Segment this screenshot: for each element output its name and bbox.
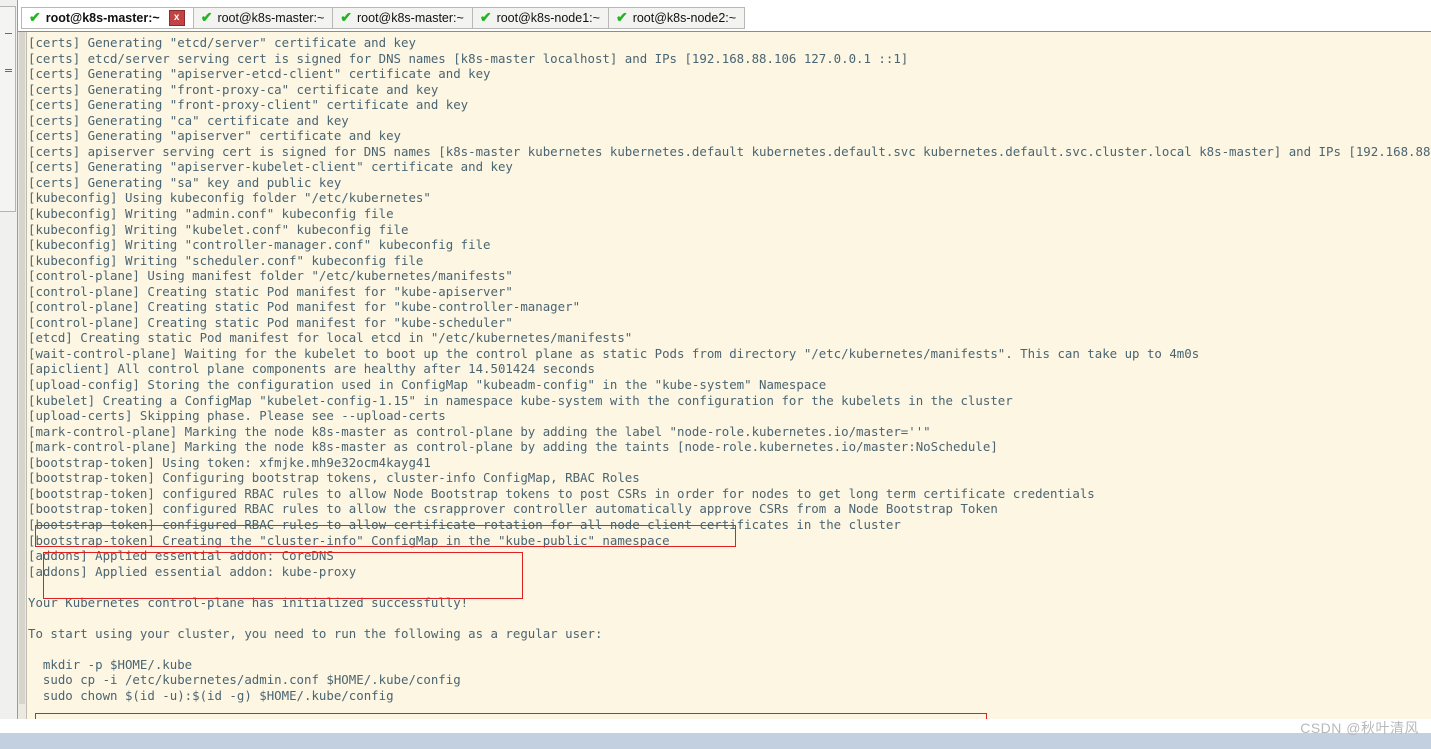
tab-1[interactable]: ✔ root@k8s-master:~ <box>192 7 333 29</box>
terminal-line: [bootstrap-token] Configuring bootstrap … <box>28 470 640 486</box>
terminal-line: [kubelet] Creating a ConfigMap "kubelet-… <box>28 392 1013 408</box>
tab-label: root@k8s-node2:~ <box>632 10 737 25</box>
terminal-line: [bootstrap-token] configured RBAC rules … <box>28 516 901 532</box>
terminal-line: sudo cp -i /etc/kubernetes/admin.conf $H… <box>28 672 461 688</box>
terminal-line: [control-plane] Using manifest folder "/… <box>28 268 513 284</box>
terminal-line: [certs] Generating "etcd/server" certifi… <box>28 35 416 50</box>
tab-label: root@k8s-master:~ <box>217 10 325 25</box>
close-icon[interactable]: x <box>168 10 185 26</box>
terminal-line: [certs] Generating "front-proxy-client" … <box>28 97 469 113</box>
terminal-line: [certs] Generating "sa" key and public k… <box>28 174 342 190</box>
tab-list: ✔ root@k8s-master:~ x ✔ root@k8s-master:~ ✔ ro… <box>21 7 746 29</box>
terminal-line: [certs] Generating "apiserver-kubelet-cl… <box>28 159 513 175</box>
tab-label: root@k8s-master:~ <box>357 10 464 25</box>
terminal-line: [addons] Applied essential addon: kube-p… <box>28 563 357 579</box>
terminal-line: [control-plane] Creating static Pod mani… <box>28 283 513 299</box>
check-icon: ✔ <box>479 9 492 25</box>
tab-bar: ✔ root@k8s-master:~ x ✔ root@k8s-master:~ ✔ ro… <box>18 0 1431 31</box>
terminal-scrollbar-thumb[interactable] <box>19 32 25 704</box>
terminal-line: [bootstrap-token] Using token: xfmjke.mh… <box>28 454 431 470</box>
tab-0[interactable]: ✔ root@k8s-master:~ x <box>21 7 193 29</box>
check-icon: ✔ <box>615 9 628 25</box>
terminal-line: [bootstrap-token] configured RBAC rules … <box>28 501 998 517</box>
terminal-line: [control-plane] Creating static Pod mani… <box>28 299 581 315</box>
rail-marker-icon <box>5 71 12 72</box>
tab-2[interactable]: ✔ root@k8s-master:~ <box>332 7 472 29</box>
terminal-line: [certs] etcd/server serving cert is sign… <box>28 50 909 66</box>
terminal-line: [etcd] Creating static Pod manifest for … <box>28 330 633 346</box>
rail-marker-icon <box>5 33 12 34</box>
terminal-line: [kubeconfig] Writing "kubelet.conf" kube… <box>28 221 409 237</box>
terminal-line: sudo chown $(id -u):$(id -g) $HOME/.kube… <box>28 687 394 703</box>
terminal-line: Your Kubernetes control-plane has initia… <box>28 594 469 610</box>
left-sidebar-rail <box>0 0 18 719</box>
terminal-line: [addons] Applied essential addon: CoreDN… <box>28 548 334 564</box>
terminal-line: [mark-control-plane] Marking the node k8… <box>28 423 931 439</box>
tab-label: root@k8s-node1:~ <box>496 10 600 25</box>
terminal-output: [certs] Generating "etcd/server" certifi… <box>28 35 1431 719</box>
terminal-line: [bootstrap-token] Creating the "cluster-… <box>28 532 670 548</box>
rail-marker-icon <box>5 69 12 70</box>
terminal-line: [apiclient] All control plane components… <box>28 361 595 377</box>
terminal-application-window: ✔ root@k8s-master:~ x ✔ root@k8s-master:~ ✔ ro… <box>0 0 1431 749</box>
terminal-line: [certs] Generating "front-proxy-ca" cert… <box>28 81 439 97</box>
terminal-line: [mark-control-plane] Marking the node k8… <box>28 439 998 455</box>
terminal-line: [certs] Generating "apiserver" certifica… <box>28 128 401 144</box>
terminal-line: [kubeconfig] Using kubeconfig folder "/e… <box>28 190 431 206</box>
check-icon: ✔ <box>340 9 352 25</box>
terminal-line: [certs] apiserver serving cert is signed… <box>28 143 1431 159</box>
terminal-line: [kubeconfig] Writing "controller-manager… <box>28 237 491 253</box>
check-icon: ✔ <box>200 9 213 25</box>
terminal-scrollbar[interactable] <box>18 32 27 719</box>
terminal-line: [upload-certs] Skipping phase. Please se… <box>28 408 446 424</box>
terminal-line: [kubeconfig] Writing "admin.conf" kubeco… <box>28 206 394 222</box>
check-icon: ✔ <box>29 9 41 25</box>
terminal-pane[interactable]: [certs] Generating "etcd/server" certifi… <box>18 31 1431 719</box>
terminal-line: [wait-control-plane] Waiting for the kub… <box>28 345 1200 361</box>
terminal-line: [certs] Generating "apiserver-etcd-clien… <box>28 66 491 82</box>
terminal-line: mkdir -p $HOME/.kube <box>28 656 193 672</box>
terminal-line: To start using your cluster, you need to… <box>28 625 603 641</box>
left-sidebar-panel[interactable] <box>0 6 16 212</box>
tab-label: root@k8s-master:~ <box>45 10 160 25</box>
tab-4[interactable]: ✔ root@k8s-node2:~ <box>607 7 746 29</box>
terminal-line: [control-plane] Creating static Pod mani… <box>28 314 513 330</box>
terminal-line: [upload-config] Storing the configuratio… <box>28 377 827 393</box>
status-bar <box>0 733 1431 749</box>
terminal-line: [kubeconfig] Writing "scheduler.conf" ku… <box>28 252 424 268</box>
terminal-line: [bootstrap-token] configured RBAC rules … <box>28 485 1095 501</box>
tab-3[interactable]: ✔ root@k8s-node1:~ <box>471 7 608 29</box>
terminal-line: [certs] Generating "ca" certificate and … <box>28 112 349 128</box>
